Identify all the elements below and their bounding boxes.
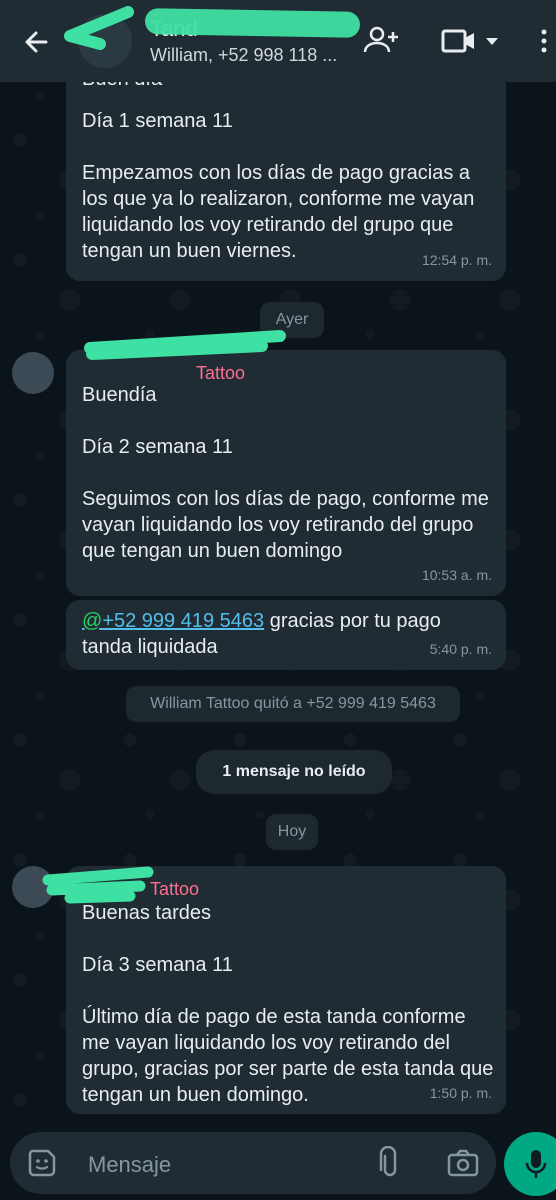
system-notice: William Tattoo quitó a +52 999 419 5463 xyxy=(126,686,460,722)
sticker-icon[interactable] xyxy=(26,1147,58,1184)
back-arrow-icon[interactable] xyxy=(18,22,58,62)
microphone-icon xyxy=(525,1150,547,1178)
message-time: 5:40 p. m. xyxy=(429,641,492,657)
camera-icon[interactable] xyxy=(446,1146,480,1185)
message-text: Buendía Día 2 semana 11 Seguimos con los… xyxy=(82,384,489,562)
message-list[interactable]: Buen día Día 1 semana 11 Empezamos con l… xyxy=(0,68,556,1122)
chat-header: Tand William, +52 998 118 ... xyxy=(0,0,556,82)
message-time: 10:53 a. m. xyxy=(421,567,492,583)
redaction-mark xyxy=(64,6,134,50)
message-time: 12:54 p. m. xyxy=(421,252,492,268)
message-input[interactable]: Mensaje xyxy=(10,1132,496,1194)
microphone-button[interactable] xyxy=(504,1132,556,1196)
message-bubble[interactable]: @+52 999 419 5463 gracias por tu pago ta… xyxy=(66,600,506,670)
dropdown-icon[interactable] xyxy=(482,24,502,58)
more-vert-icon[interactable] xyxy=(534,24,554,58)
composer: Mensaje xyxy=(0,1122,556,1200)
message-text: Día 1 semana 11 Empezamos con los días d… xyxy=(82,110,475,262)
redaction-mark xyxy=(144,8,361,38)
video-call-icon[interactable] xyxy=(440,24,478,58)
message-bubble[interactable]: Buen día Día 1 semana 11 Empezamos con l… xyxy=(66,68,506,281)
input-placeholder: Mensaje xyxy=(88,1152,172,1177)
redaction-mark xyxy=(42,866,154,904)
message-text: Buenas tardes Día 3 semana 11 Último día… xyxy=(82,902,494,1106)
message-time: 1:50 p. m. xyxy=(429,1085,492,1101)
attach-icon[interactable] xyxy=(376,1145,404,1185)
redaction-mark xyxy=(84,330,286,360)
sender-avatar[interactable] xyxy=(12,352,54,394)
message-bubble[interactable]: Tattoo Buendía Día 2 semana 11 Seguimos … xyxy=(66,350,506,596)
mention-link[interactable]: @+52 999 419 5463 xyxy=(82,610,264,632)
chat-participants[interactable]: William, +52 998 118 ... xyxy=(150,45,337,66)
unread-indicator: 1 mensaje no leído xyxy=(196,750,392,794)
date-separator: Hoy xyxy=(266,814,318,850)
message-text: @+52 999 419 5463 gracias por tu pago ta… xyxy=(82,610,447,658)
add-person-icon[interactable] xyxy=(362,24,400,58)
